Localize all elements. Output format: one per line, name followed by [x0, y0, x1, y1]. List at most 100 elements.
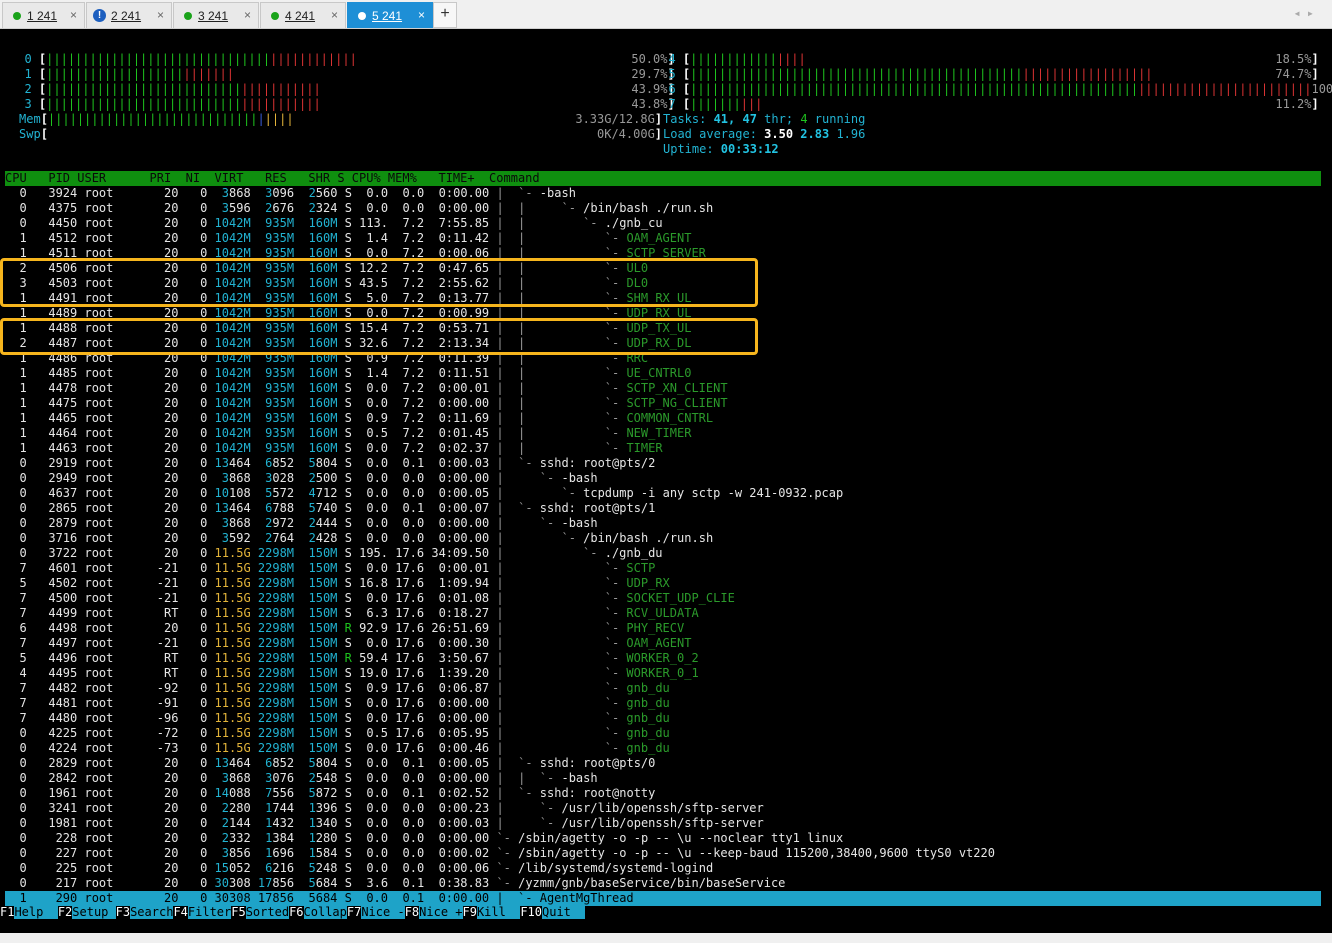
process-cpu-percent: 0.0 — [359, 501, 396, 515]
process-row[interactable]: 0 227 root 20 0 3856 1696 1584 S 0.0 0.0… — [5, 846, 1321, 861]
process-row[interactable]: 1 4475 root 20 0 1042M 935M 160M S 0.0 7… — [5, 396, 1321, 411]
process-cpu: 0 — [5, 741, 34, 755]
process-row[interactable]: 1 4463 root 20 0 1042M 935M 160M S 0.0 7… — [5, 441, 1321, 456]
process-row[interactable]: 0 2879 root 20 0 3868 2972 2444 S 0.0 0.… — [5, 516, 1321, 531]
process-row[interactable]: 0 1981 root 20 0 2144 1432 1340 S 0.0 0.… — [5, 816, 1321, 831]
process-row[interactable]: 0 4637 root 20 0 10108 5572 4712 S 0.0 0… — [5, 486, 1321, 501]
process-row[interactable]: 0 4225 root -72 0 11.5G 2298M 150M S 0.5… — [5, 726, 1321, 741]
fkey-label[interactable]: Nice - — [361, 905, 405, 919]
fkey-f9[interactable]: F9 — [463, 905, 477, 919]
process-row[interactable]: 1 290 root 20 0 30308 17856 5684 S 0.0 0… — [5, 891, 1321, 906]
fkey-f2[interactable]: F2 — [58, 905, 72, 919]
process-row[interactable]: 0 217 root 20 0 30308 17856 5684 S 3.6 0… — [5, 876, 1321, 891]
process-row[interactable]: 0 3722 root 20 0 11.5G 2298M 150M S 195.… — [5, 546, 1321, 561]
process-row[interactable]: 0 228 root 20 0 2332 1384 1280 S 0.0 0.0… — [5, 831, 1321, 846]
process-row[interactable]: 6 4498 root 20 0 11.5G 2298M 150M R 92.9… — [5, 621, 1321, 636]
process-table-header[interactable]: CPU PID USER PRI NI VIRT RES SHR S CPU% … — [5, 171, 1321, 186]
process-row[interactable]: 5 4502 root -21 0 11.5G 2298M 150M S 16.… — [5, 576, 1321, 591]
process-row[interactable]: 0 3924 root 20 0 3868 3096 2560 S 0.0 0.… — [5, 186, 1321, 201]
fkey-f7[interactable]: F7 — [347, 905, 361, 919]
process-command: /yzmm/gnb/baseService/bin/baseService — [518, 876, 786, 890]
process-row[interactable]: 7 4499 root RT 0 11.5G 2298M 150M S 6.3 … — [5, 606, 1321, 621]
pad — [301, 711, 308, 725]
process-row[interactable]: 7 4601 root -21 0 11.5G 2298M 150M S 0.0… — [5, 561, 1321, 576]
process-row[interactable]: 0 3241 root 20 0 2280 1744 1396 S 0.0 0.… — [5, 801, 1321, 816]
process-row[interactable]: 0 1961 root 20 0 14088 7556 5872 S 0.0 0… — [5, 786, 1321, 801]
tab-3[interactable]: 3 241 × — [173, 2, 259, 28]
process-row[interactable]: 0 2842 root 20 0 3868 3076 2548 S 0.0 0.… — [5, 771, 1321, 786]
size-mb: 150M — [308, 726, 338, 740]
sp — [337, 576, 344, 590]
process-cpu-percent: 0.5 — [359, 726, 396, 740]
process-row[interactable]: 1 4478 root 20 0 1042M 935M 160M S 0.0 7… — [5, 381, 1321, 396]
mem-label: Mem — [19, 112, 41, 126]
process-mem-percent: 7.2 — [395, 366, 432, 380]
process-row[interactable]: 1 4512 root 20 0 1042M 935M 160M S 1.4 7… — [5, 231, 1321, 246]
fkey-f5[interactable]: F5 — [231, 905, 245, 919]
fkey-label[interactable]: Collap — [303, 905, 347, 919]
close-icon[interactable]: × — [244, 8, 251, 22]
tab-scroll-arrows-icon[interactable]: ◂▸ — [1294, 6, 1320, 20]
process-cpu-percent: 195. — [359, 546, 396, 560]
fkey-label[interactable]: Help — [14, 905, 58, 919]
size-thousands: 3 — [221, 771, 230, 785]
fkey-label[interactable]: Search — [130, 905, 174, 919]
fkey-label[interactable]: Sorted — [245, 905, 290, 919]
fkey-f1[interactable]: F1 — [0, 905, 14, 919]
process-row[interactable]: 5 4496 root RT 0 11.5G 2298M 150M R 59.4… — [5, 651, 1321, 666]
fkey-label[interactable]: Setup — [72, 905, 116, 919]
tab-1[interactable]: 1 241 × — [2, 2, 85, 28]
sp — [251, 396, 258, 410]
process-row[interactable]: 0 4375 root 20 0 3596 2676 2324 S 0.0 0.… — [5, 201, 1321, 216]
tab-2[interactable]: ! 2 241 × — [86, 2, 172, 28]
process-row[interactable]: 7 4500 root -21 0 11.5G 2298M 150M S 0.0… — [5, 591, 1321, 606]
process-mem-percent: 17.6 — [395, 711, 432, 725]
fkey-f4[interactable]: F4 — [173, 905, 187, 919]
add-tab-button[interactable]: + — [433, 2, 457, 28]
process-row[interactable]: 7 4482 root -92 0 11.5G 2298M 150M S 0.9… — [5, 681, 1321, 696]
process-time: 0:00.23 — [431, 801, 490, 815]
process-row[interactable]: 1 4485 root 20 0 1042M 935M 160M S 1.4 7… — [5, 366, 1321, 381]
fkey-label[interactable]: Quit — [542, 905, 586, 919]
process-row[interactable]: 0 2829 root 20 0 13464 6852 5804 S 0.0 0… — [5, 756, 1321, 771]
process-row[interactable]: 0 4224 root -73 0 11.5G 2298M 150M S 0.0… — [5, 741, 1321, 756]
size-thousands: 3 — [221, 846, 230, 860]
process-row[interactable]: 0 225 root 20 0 15052 6216 5248 S 0.0 0.… — [5, 861, 1321, 876]
process-row[interactable]: 0 3716 root 20 0 3592 2764 2428 S 0.0 0.… — [5, 531, 1321, 546]
fkey-f8[interactable]: F8 — [405, 905, 419, 919]
process-row[interactable]: 7 4480 root -96 0 11.5G 2298M 150M S 0.0… — [5, 711, 1321, 726]
process-row[interactable]: 1 4465 root 20 0 1042M 935M 160M S 0.9 7… — [5, 411, 1321, 426]
process-row[interactable]: 7 4497 root -21 0 11.5G 2298M 150M S 0.0… — [5, 636, 1321, 651]
meter-bar-normal: ||||||||||||||||||||||||||||||| — [46, 52, 271, 66]
process-user: root — [84, 456, 150, 470]
process-row[interactable]: 0 2865 root 20 0 13464 6788 5740 S 0.0 0… — [5, 501, 1321, 516]
process-res: 1432 — [258, 816, 294, 830]
process-row[interactable]: 4 4495 root RT 0 11.5G 2298M 150M S 19.0… — [5, 666, 1321, 681]
fkey-label[interactable]: Nice + — [419, 905, 463, 919]
fkey-label[interactable]: Filter — [187, 905, 232, 919]
close-icon[interactable]: × — [331, 8, 338, 22]
process-row[interactable]: 1 4464 root 20 0 1042M 935M 160M S 0.5 7… — [5, 426, 1321, 441]
process-pid: 4224 — [33, 741, 85, 755]
fkey-f10[interactable]: F10 — [520, 905, 542, 919]
fkey-f6[interactable]: F6 — [289, 905, 303, 919]
close-icon[interactable]: × — [157, 8, 164, 22]
process-pid: 1981 — [33, 816, 85, 830]
terminal[interactable]: 0 [|||||||||||||||||||||||||||||||||||||… — [0, 29, 1332, 933]
pad — [301, 486, 308, 500]
process-row[interactable]: 0 2919 root 20 0 13464 6852 5804 S 0.0 0… — [5, 456, 1321, 471]
sp — [337, 846, 344, 860]
process-time: 0:00.00 — [431, 531, 490, 545]
process-shr: 5740 — [301, 501, 338, 515]
size-units: 088 — [229, 786, 251, 800]
tab-5[interactable]: 5 241 × — [347, 2, 433, 28]
fkey-label[interactable]: Kill — [476, 905, 521, 919]
fkey-f3[interactable]: F3 — [116, 905, 130, 919]
process-row[interactable]: 0 4450 root 20 0 1042M 935M 160M S 113. … — [5, 216, 1321, 231]
close-icon[interactable]: × — [70, 8, 77, 22]
sp — [251, 501, 258, 515]
process-row[interactable]: 7 4481 root -91 0 11.5G 2298M 150M S 0.0… — [5, 696, 1321, 711]
tab-4[interactable]: 4 241 × — [260, 2, 346, 28]
close-icon[interactable]: × — [418, 8, 425, 22]
process-row[interactable]: 0 2949 root 20 0 3868 3028 2500 S 0.0 0.… — [5, 471, 1321, 486]
